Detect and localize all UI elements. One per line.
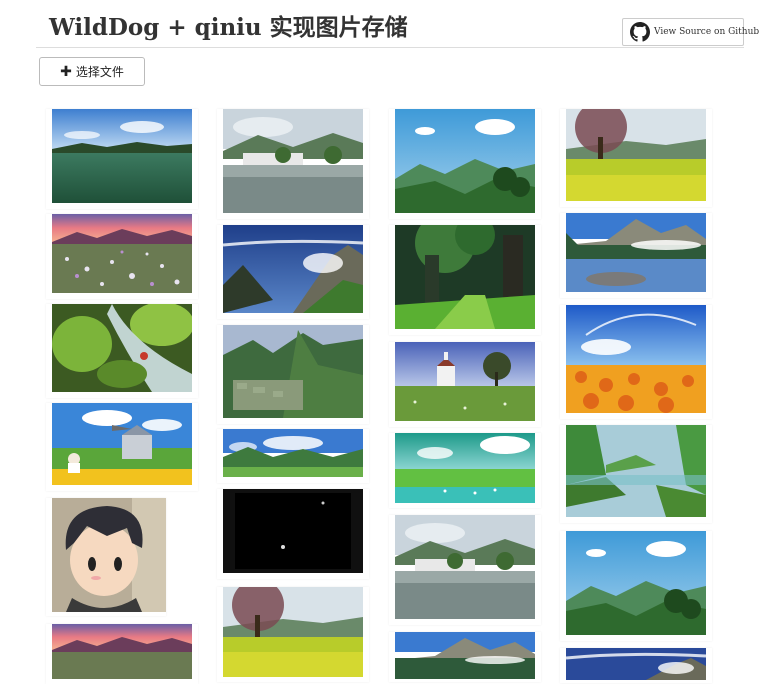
gallery-image-mossy-waterfall[interactable] xyxy=(46,304,198,398)
alpine-lake-image xyxy=(395,632,535,679)
plus-icon: ✚ xyxy=(60,63,72,80)
forest-path-image xyxy=(395,225,535,329)
gallery-image-blossom-field-2[interactable] xyxy=(560,109,712,207)
sunset-wildflowers-image-2 xyxy=(52,624,192,679)
lagoon-meadow-image xyxy=(395,433,535,503)
gallery-image-cartoon-boy[interactable] xyxy=(46,498,166,616)
gallery-image-panorama-hills[interactable] xyxy=(217,429,369,483)
sunset-wildflowers-image xyxy=(52,214,192,293)
bamboo-river-image xyxy=(566,425,706,517)
github-octocat-icon xyxy=(630,22,650,42)
gallery-image-mountain-valley-2[interactable] xyxy=(560,648,712,683)
blossom-rapefield-image xyxy=(223,587,363,677)
fantasy-meadow-image xyxy=(52,403,192,485)
page-header: WildDog + qiniu 实现图片存储 View Source on Gi… xyxy=(36,0,759,48)
gallery-image-green-mountains-2[interactable] xyxy=(560,531,712,641)
gallery-image-mountain-valley[interactable] xyxy=(217,225,369,319)
green-mountains-image-2 xyxy=(566,531,706,635)
gallery-image-sunset-flowers[interactable] xyxy=(46,214,198,299)
gallery-image-green-mountains[interactable] xyxy=(389,109,541,219)
gallery-image-alpine-lake[interactable] xyxy=(389,632,541,682)
github-button-label: View Source on Github xyxy=(654,27,760,37)
mountain-valley-image xyxy=(223,225,363,313)
blossom-rapefield-image-2 xyxy=(566,109,706,201)
gallery-image-lake[interactable] xyxy=(46,109,198,209)
gallery-image-blossom-field[interactable] xyxy=(217,587,369,682)
sunflower-field-image xyxy=(566,305,706,413)
gallery-image-village-lake-2[interactable] xyxy=(389,515,541,625)
gallery-image-sunflower-field[interactable] xyxy=(560,305,712,419)
green-mountains-image xyxy=(395,109,535,213)
gallery-image-chapel-meadow[interactable] xyxy=(389,342,541,427)
page-title: WildDog + qiniu 实现图片存储 xyxy=(49,14,408,41)
village-lake-image-2 xyxy=(395,515,535,619)
gallery-image-alpine-forest-lake[interactable] xyxy=(560,213,712,298)
chapel-meadow-image xyxy=(395,342,535,421)
lake-reflection-image xyxy=(52,109,192,203)
machu-picchu-image xyxy=(223,325,363,418)
choose-file-button[interactable]: ✚ 选择文件 xyxy=(39,57,145,86)
view-source-github-button[interactable]: View Source on Github xyxy=(622,18,759,46)
gallery-image-black-screen[interactable] xyxy=(217,489,369,579)
gallery-image-village-lake[interactable] xyxy=(217,109,369,219)
gallery-image-fantasy-meadow[interactable] xyxy=(46,403,198,491)
black-screen-image xyxy=(223,489,363,573)
village-lake-image xyxy=(223,109,363,213)
gallery-image-bamboo-river[interactable] xyxy=(560,425,712,523)
panorama-hills-image xyxy=(223,429,363,477)
gallery-image-forest-path[interactable] xyxy=(389,225,541,335)
gallery-image-lagoon-meadow[interactable] xyxy=(389,433,541,508)
choose-file-label: 选择文件 xyxy=(75,65,124,79)
cartoon-boy-image xyxy=(52,498,166,612)
mossy-waterfall-image xyxy=(52,304,192,392)
alpine-forest-lake-image xyxy=(566,213,706,292)
gallery-image-sunset-flowers-2[interactable] xyxy=(46,624,198,684)
mountain-valley-image-2 xyxy=(566,648,706,680)
gallery-image-machu-picchu[interactable] xyxy=(217,325,369,424)
image-gallery xyxy=(46,97,726,684)
